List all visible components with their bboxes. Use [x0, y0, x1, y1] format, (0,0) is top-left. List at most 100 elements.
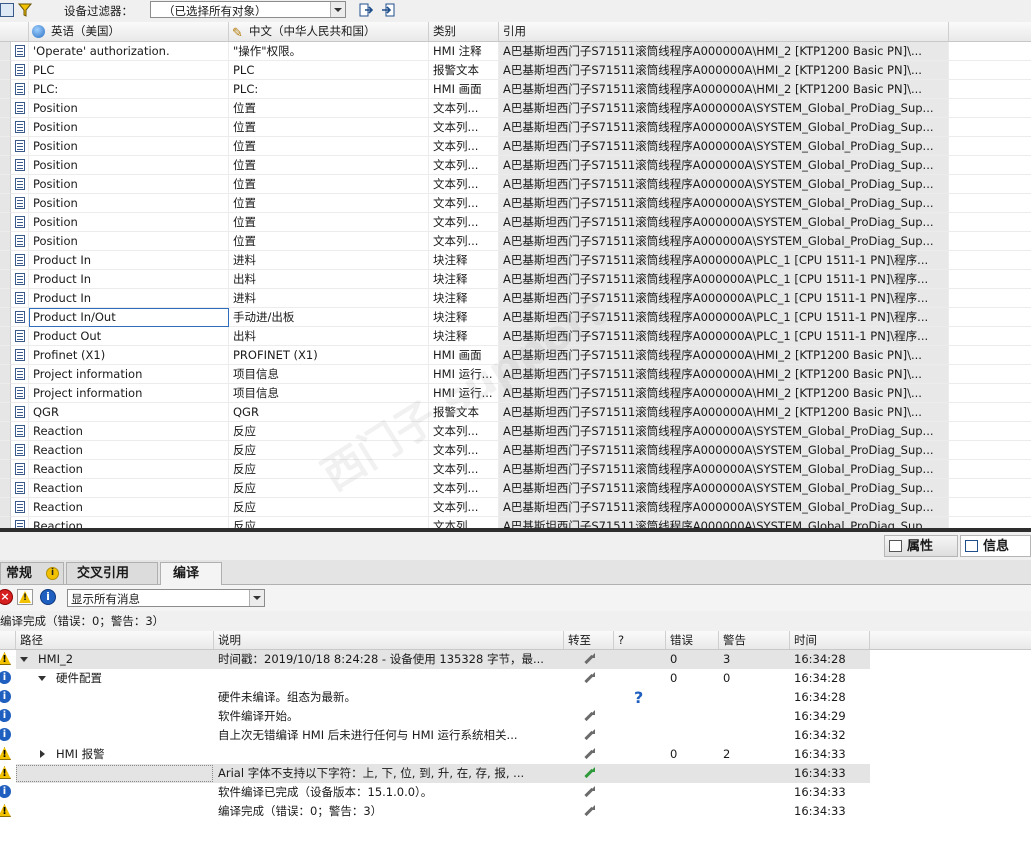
english-text-cell[interactable]: PLC: — [29, 80, 229, 99]
chinese-text-cell[interactable]: 项目信息 — [229, 365, 429, 384]
english-text-cell[interactable]: Position — [29, 137, 229, 156]
english-text-cell[interactable]: Reaction — [29, 479, 229, 498]
table-row[interactable]: Reaction 反应 文本列... A巴基斯坦西门子S71511滚筒线程序A0000… — [0, 517, 1031, 528]
tab-cross-reference[interactable]: 交叉引用 — [66, 562, 158, 584]
table-row[interactable]: PLC PLC 报警文本 A巴基斯坦西门子S71511滚筒线程序A000000A\HM… — [0, 61, 1031, 80]
chinese-text-cell[interactable]: 项目信息 — [229, 384, 429, 403]
table-row[interactable]: Product In 进料 块注释 A巴基斯坦西门子S71511滚筒线程序A00000… — [0, 251, 1031, 270]
goto-arrow-icon[interactable] — [583, 729, 595, 740]
table-row[interactable]: Reaction 反应 文本列... A巴基斯坦西门子S71511滚筒线程序A0000… — [0, 460, 1031, 479]
row-selector[interactable] — [0, 251, 11, 270]
help-icon[interactable]: ? — [634, 688, 643, 707]
english-text-cell[interactable]: Product In/Out — [29, 308, 229, 327]
path-cell[interactable] — [16, 783, 214, 802]
row-selector[interactable] — [0, 422, 11, 441]
help-cell[interactable] — [614, 802, 666, 821]
reference-cell[interactable]: A巴基斯坦西门子S71511滚筒线程序A000000A\SYSTEM_Globa… — [499, 479, 949, 498]
reference-cell[interactable]: A巴基斯坦西门子S71511滚筒线程序A000000A\PLC_1 [CPU 1… — [499, 308, 949, 327]
message-row[interactable]: i 硬件配置 0 0 16:34:28 — [0, 669, 1031, 688]
table-row[interactable]: Reaction 反应 文本列... A巴基斯坦西门子S71511滚筒线程序A0000… — [0, 422, 1031, 441]
message-row[interactable]: ! Arial 字体不支持以下字符：上, 下, 位, 到, 升, 在, 存, 报,… — [0, 764, 1031, 783]
column-header-errors[interactable]: 错误 — [666, 631, 719, 649]
column-header-time[interactable]: 时间 — [790, 631, 870, 649]
reference-cell[interactable]: A巴基斯坦西门子S71511滚筒线程序A000000A\SYSTEM_Globa… — [499, 517, 949, 528]
reference-cell[interactable]: A巴基斯坦西门子S71511滚筒线程序A000000A\PLC_1 [CPU 1… — [499, 270, 949, 289]
reference-cell[interactable]: A巴基斯坦西门子S71511滚筒线程序A000000A\SYSTEM_Globa… — [499, 194, 949, 213]
goto-cell[interactable] — [564, 745, 614, 764]
english-text-cell[interactable]: Project information — [29, 384, 229, 403]
english-text-cell[interactable]: Product In — [29, 270, 229, 289]
message-row[interactable]: ! HMI_2 时间戳：2019/10/18 8:24:28 - 设备使用 1353… — [0, 650, 1031, 669]
english-text-cell[interactable]: Reaction — [29, 517, 229, 528]
row-selector[interactable] — [0, 175, 11, 194]
row-selector[interactable] — [0, 156, 11, 175]
table-row[interactable]: Product In/Out 手动进/出板 块注释 A巴基斯坦西门子S71511滚筒线… — [0, 308, 1031, 327]
reference-cell[interactable]: A巴基斯坦西门子S71511滚筒线程序A000000A\SYSTEM_Globa… — [499, 441, 949, 460]
path-cell[interactable]: 硬件配置 — [16, 669, 214, 688]
table-row[interactable]: Position 位置 文本列... A巴基斯坦西门子S71511滚筒线程序A0000… — [0, 213, 1031, 232]
reference-cell[interactable]: A巴基斯坦西门子S71511滚筒线程序A000000A\SYSTEM_Globa… — [499, 460, 949, 479]
info-filter-icon[interactable]: i — [40, 589, 56, 605]
error-filter-icon[interactable]: × — [0, 589, 13, 605]
reference-cell[interactable]: A巴基斯坦西门子S71511滚筒线程序A000000A\HMI_2 [KTP12… — [499, 42, 949, 61]
chinese-text-cell[interactable]: 进料 — [229, 289, 429, 308]
reference-cell[interactable]: A巴基斯坦西门子S71511滚筒线程序A000000A\SYSTEM_Globa… — [499, 232, 949, 251]
row-selector[interactable] — [0, 517, 11, 528]
message-row[interactable]: ! HMI 报警 0 2 16:34:33 — [0, 745, 1031, 764]
english-text-cell[interactable]: Reaction — [29, 441, 229, 460]
goto-cell[interactable] — [564, 764, 614, 783]
chinese-text-cell[interactable]: 反应 — [229, 498, 429, 517]
english-text-cell[interactable]: Reaction — [29, 498, 229, 517]
chinese-text-cell[interactable]: 位置 — [229, 213, 429, 232]
goto-cell[interactable] — [564, 707, 614, 726]
help-cell[interactable]: ? — [614, 688, 666, 707]
reference-cell[interactable]: A巴基斯坦西门子S71511滚筒线程序A000000A\PLC_1 [CPU 1… — [499, 289, 949, 308]
reference-cell[interactable]: A巴基斯坦西门子S71511滚筒线程序A000000A\SYSTEM_Globa… — [499, 137, 949, 156]
chinese-text-cell[interactable]: 反应 — [229, 460, 429, 479]
table-row[interactable]: Profinet (X1) PROFINET (X1) HMI 画面 A巴基斯坦西门子… — [0, 346, 1031, 365]
reference-cell[interactable]: A巴基斯坦西门子S71511滚筒线程序A000000A\SYSTEM_Globa… — [499, 498, 949, 517]
column-header-description[interactable]: 说明 — [214, 631, 564, 649]
reference-cell[interactable]: A巴基斯坦西门子S71511滚筒线程序A000000A\HMI_2 [KTP12… — [499, 365, 949, 384]
goto-arrow-icon[interactable] — [583, 710, 595, 721]
table-row[interactable]: Product In 出料 块注释 A巴基斯坦西门子S71511滚筒线程序A00000… — [0, 270, 1031, 289]
help-cell[interactable] — [614, 707, 666, 726]
chinese-text-cell[interactable]: 反应 — [229, 441, 429, 460]
table-row[interactable]: PLC: PLC: HMI 画面 A巴基斯坦西门子S71511滚筒线程序A000000… — [0, 80, 1031, 99]
row-selector[interactable] — [0, 80, 11, 99]
reference-cell[interactable]: A巴基斯坦西门子S71511滚筒线程序A000000A\PLC_1 [CPU 1… — [499, 327, 949, 346]
chevron-down-icon[interactable] — [249, 590, 264, 606]
table-row[interactable]: Project information 项目信息 HMI 运行... A巴基斯坦西门子… — [0, 384, 1031, 403]
english-text-cell[interactable]: Product In — [29, 251, 229, 270]
table-row[interactable]: Reaction 反应 文本列... A巴基斯坦西门子S71511滚筒线程序A0000… — [0, 498, 1031, 517]
column-header-warnings[interactable]: 警告 — [719, 631, 790, 649]
goto-arrow-icon[interactable] — [583, 748, 595, 759]
chinese-text-cell[interactable]: 位置 — [229, 137, 429, 156]
row-selector[interactable] — [0, 137, 11, 156]
english-text-cell[interactable]: Profinet (X1) — [29, 346, 229, 365]
table-row[interactable]: Product In 进料 块注释 A巴基斯坦西门子S71511滚筒线程序A00000… — [0, 289, 1031, 308]
path-cell[interactable]: HMI 报警 — [16, 745, 214, 764]
reference-cell[interactable]: A巴基斯坦西门子S71511滚筒线程序A000000A\HMI_2 [KTP12… — [499, 346, 949, 365]
device-filter-select[interactable]: （已选择所有对象） — [150, 1, 346, 18]
export-icon[interactable] — [359, 3, 374, 17]
english-text-cell[interactable]: QGR — [29, 403, 229, 422]
path-cell[interactable] — [16, 726, 214, 745]
table-row[interactable]: Position 位置 文本列... A巴基斯坦西门子S71511滚筒线程序A0000… — [0, 194, 1031, 213]
chinese-text-cell[interactable]: 反应 — [229, 517, 429, 528]
reference-cell[interactable]: A巴基斯坦西门子S71511滚筒线程序A000000A\HMI_2 [KTP12… — [499, 80, 949, 99]
help-cell[interactable] — [614, 764, 666, 783]
row-selector[interactable] — [0, 213, 11, 232]
chinese-text-cell[interactable]: PROFINET (X1) — [229, 346, 429, 365]
chinese-text-cell[interactable]: 反应 — [229, 479, 429, 498]
message-row[interactable]: i 自上次无错编译 HMI 后未进行任何与 HMI 运行系统相关... 16:34:… — [0, 726, 1031, 745]
message-row[interactable]: i 软件编译已完成（设备版本：15.1.0.0）。 16:34:33 — [0, 783, 1031, 802]
table-row[interactable]: Position 位置 文本列... A巴基斯坦西门子S71511滚筒线程序A0000… — [0, 99, 1031, 118]
row-selector[interactable] — [0, 479, 11, 498]
chinese-text-cell[interactable]: 位置 — [229, 232, 429, 251]
path-cell[interactable] — [16, 802, 214, 821]
chinese-text-cell[interactable]: 反应 — [229, 422, 429, 441]
english-text-cell[interactable]: Position — [29, 99, 229, 118]
chinese-text-cell[interactable]: 位置 — [229, 175, 429, 194]
reference-cell[interactable]: A巴基斯坦西门子S71511滚筒线程序A000000A\SYSTEM_Globa… — [499, 175, 949, 194]
